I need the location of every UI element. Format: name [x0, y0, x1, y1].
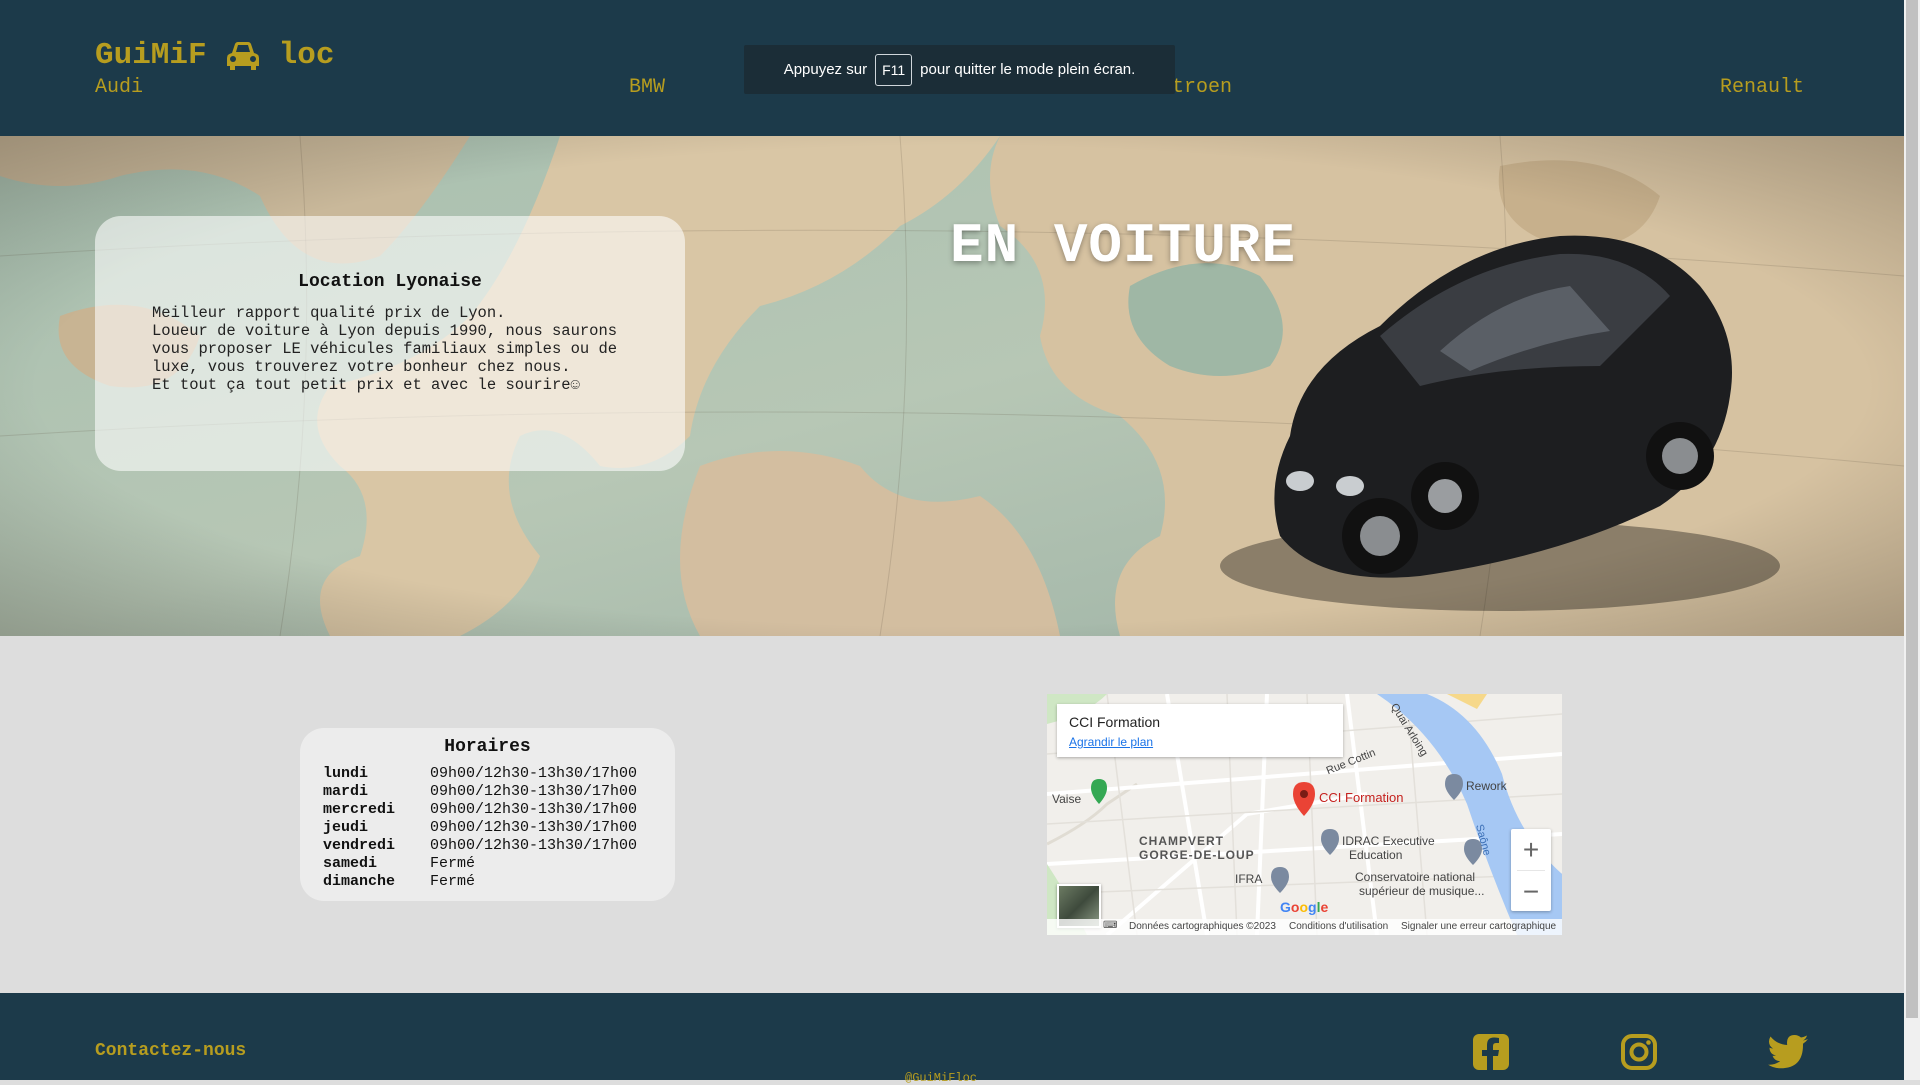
intro-card: Location Lyonaise Meilleur rapport quali…: [95, 216, 685, 471]
hours-day: dimanche: [323, 873, 396, 890]
twitter-icon[interactable]: [1768, 1033, 1808, 1071]
hours-day: lundi: [323, 765, 369, 782]
copyright-text: @GuiMiFloc: [905, 1071, 978, 1085]
nav-link-renault[interactable]: Renault: [1720, 76, 1804, 99]
hours-row: mercredi 09h00/12h30-13h30/17h00: [323, 801, 637, 819]
map-label-gorge: GORGE-DE-LOUP: [1139, 848, 1255, 862]
hours-day: vendredi: [323, 837, 396, 854]
fullscreen-notice-after: pour quitter le mode plein écran.: [920, 61, 1136, 78]
keyboard-icon[interactable]: ⌨: [1103, 920, 1117, 931]
hours-time: 09h00/12h30-13h30/17h00: [430, 837, 638, 854]
map-label-idrac: IDRAC Executive: [1342, 834, 1435, 848]
map-label-champvert: CHAMPVERT: [1139, 834, 1225, 848]
nav-link-audi[interactable]: Audi: [95, 76, 143, 99]
hours-time: Fermé: [430, 873, 476, 890]
hero-title: EN VOITURE: [950, 214, 1297, 278]
map-data-credit: Données cartographiques ©2023: [1129, 921, 1276, 932]
map-zoom-controls: + −: [1511, 829, 1551, 911]
map-label-cci: CCI Formation: [1319, 790, 1404, 805]
site-footer: Contactez-nous @GuiMiFloc: [0, 993, 1904, 1085]
map-label-vaise: Vaise: [1052, 792, 1082, 806]
opening-hours-card: Horaires lundi 09h00/12h30-13h30/17h00 ma…: [300, 728, 675, 901]
map-place-card: CCI Formation Agrandir le plan: [1057, 704, 1343, 757]
logo-text-left: GuiMiF: [95, 38, 207, 73]
google-logo: Google: [1280, 899, 1329, 915]
hero-banner: EN VOITURE Location Lyonaise Meilleur ra…: [0, 136, 1904, 636]
page-scrollbar[interactable]: [1904, 0, 1920, 1080]
hours-time: 09h00/12h30-13h30/17h00: [430, 819, 638, 836]
hours-row: lundi 09h00/12h30-13h30/17h00: [323, 765, 637, 783]
intro-line-3: Et tout ça tout petit prix et avec le so…: [152, 376, 580, 394]
map-place-name: CCI Formation: [1069, 714, 1161, 730]
hours-time: 09h00/12h30-13h30/17h00: [430, 801, 638, 818]
hours-row: samedi Fermé: [323, 855, 637, 873]
car-icon: [226, 41, 259, 70]
hours-day: samedi: [323, 855, 378, 872]
hours-row: vendredi 09h00/12h30-13h30/17h00: [323, 837, 637, 855]
hours-day: mardi: [323, 783, 369, 800]
fullscreen-notice: Appuyez sur F11 pour quitter le mode ple…: [744, 45, 1175, 94]
hours-row: mardi 09h00/12h30-13h30/17h00: [323, 783, 637, 801]
logo-text-right: loc: [278, 38, 335, 73]
intro-line-1: Meilleur rapport qualité prix de Lyon.: [152, 304, 506, 322]
google-map-embed[interactable]: Vaise CCI Formation Rework CHAMPVERT GOR…: [1047, 694, 1562, 935]
hours-time: 09h00/12h30-13h30/17h00: [430, 783, 638, 800]
scrollbar-thumb[interactable]: [1906, 0, 1918, 1018]
map-terms-link[interactable]: Conditions d'utilisation: [1289, 921, 1388, 932]
opening-hours-table: lundi 09h00/12h30-13h30/17h00 mardi 09h00/…: [323, 765, 637, 891]
f11-key: F11: [875, 53, 913, 86]
map-label-ifra: IFRA: [1235, 872, 1263, 886]
hours-time: 09h00/12h30-13h30/17h00: [430, 765, 638, 782]
intro-card-body: Meilleur rapport qualité prix de Lyon. L…: [152, 304, 632, 394]
site-logo[interactable]: GuiMiF loc: [95, 38, 334, 73]
hours-row: jeudi 09h00/12h30-13h30/17h00: [323, 819, 637, 837]
hours-day: jeudi: [323, 819, 369, 836]
map-label-education: Education: [1349, 848, 1403, 862]
facebook-icon[interactable]: [1472, 1033, 1510, 1071]
zoom-out-button[interactable]: −: [1511, 871, 1551, 912]
opening-hours-title: Horaires: [444, 737, 531, 757]
map-label-conservatoire-2: supérieur de musique...: [1359, 884, 1485, 898]
map-label-conservatoire-1: Conservatoire national: [1355, 870, 1476, 884]
contact-link[interactable]: Contactez-nous: [95, 1041, 246, 1061]
hours-time: Fermé: [430, 855, 476, 872]
map-report-link[interactable]: Signaler une erreur cartographique: [1401, 921, 1556, 932]
hours-row: dimanche Fermé: [323, 873, 637, 891]
hours-day: mercredi: [323, 801, 396, 818]
intro-card-title: Location Lyonaise: [298, 272, 482, 292]
map-label-rework: Rework: [1466, 779, 1507, 793]
map-enlarge-link[interactable]: Agrandir le plan: [1069, 735, 1153, 749]
nav-link-bmw[interactable]: BMW: [629, 76, 665, 99]
map-footer: ⌨ Données cartographiques ©2023 Conditio…: [1047, 919, 1562, 935]
instagram-icon[interactable]: [1620, 1033, 1658, 1071]
fullscreen-notice-before: Appuyez sur: [783, 61, 868, 78]
intro-line-2: Loueur de voiture à Lyon depuis 1990, no…: [152, 322, 618, 376]
zoom-in-button[interactable]: +: [1511, 829, 1551, 870]
